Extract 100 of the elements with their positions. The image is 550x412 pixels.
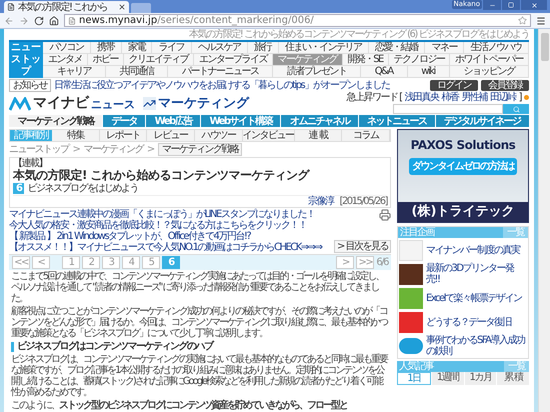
nav-item[interactable]: パートナーニュース	[168, 66, 273, 77]
login-button[interactable]: ログイン	[430, 80, 478, 91]
promo-link[interactable]: 【 新製品 】 2in1 Windowsタブレットが、Office付きで4万円台!?	[9, 231, 332, 242]
nav-item[interactable]: Q&A	[361, 66, 408, 77]
author-name[interactable]: 宗像淳	[308, 196, 334, 207]
nav-item[interactable]: ヘルスケア	[192, 42, 248, 53]
trending-word[interactable]: 男性補	[462, 92, 488, 103]
ranking-tab[interactable]: 累 積	[497, 372, 529, 385]
breadcrumb-link[interactable]: マーケティング	[83, 144, 143, 155]
home-icon[interactable]	[49, 16, 59, 26]
back-icon[interactable]	[4, 16, 14, 26]
close-icon[interactable]	[118, 3, 126, 11]
nav-item[interactable]: エンタメ	[43, 54, 88, 65]
nav-item[interactable]: 読者プレゼント	[273, 66, 361, 77]
register-button[interactable]: 会員登録	[481, 80, 529, 91]
category-tab[interactable]: オムニチャネル	[281, 115, 358, 127]
ad-banner[interactable]: PAXOS Solutions ダウンタイムゼロの方法は (株)トライテック	[397, 129, 529, 223]
nav-item[interactable]: 住まい・インテリア	[278, 42, 369, 53]
search-field[interactable]	[393, 104, 503, 114]
section-title: 注目企画	[399, 227, 436, 238]
page-count: 6/6	[376, 257, 388, 268]
article-type-tab[interactable]: コラム	[342, 130, 390, 141]
nav-item[interactable]: 共同通信	[106, 66, 168, 77]
nav-item[interactable]: ホワイトペーパー	[450, 54, 530, 65]
trending-word[interactable]: 田辺峠	[490, 92, 516, 103]
reload-icon[interactable]	[34, 16, 44, 26]
ranking-tab[interactable]: 1週間	[432, 372, 464, 385]
print-icon[interactable]	[379, 209, 391, 221]
featured-link[interactable]: 最新の3Dプリンター発売!!	[426, 263, 527, 285]
category-tab[interactable]: Web広告	[146, 115, 200, 127]
section-heading: ビジネスブログはコンテンツマーケティングのハブ	[17, 341, 212, 352]
promo-link[interactable]: マイナビニュース連載中の漫画「くまにっぽう」がLINEスタンプになりました！	[9, 209, 332, 220]
browser-tab[interactable]: 本気の方限定! これから	[4, 1, 129, 13]
close-icon	[530, 2, 538, 8]
trending-word[interactable]: 浅田真央	[404, 92, 439, 103]
page-icon	[7, 3, 15, 11]
promo-link[interactable]: 【オススメ！！】マイナビニュースで今人気NO.1の動画はコチラからCHECK⇒⇒⇒	[9, 242, 332, 253]
nav-item[interactable]: wiki	[408, 66, 450, 77]
category-tab[interactable]: データ	[103, 115, 146, 127]
nav-item[interactable]: ショッピング	[450, 66, 530, 77]
category-tab[interactable]: マーケティング戦略	[9, 115, 102, 127]
ad-headline: PAXOS Solutions	[410, 138, 516, 152]
series-label: 【連載】	[13, 158, 47, 169]
featured-link[interactable]: 事例でわかるSFA導入成功の鉄則	[426, 335, 527, 357]
nav-item[interactable]: 家電	[122, 42, 152, 53]
featured-link[interactable]: どうする？データ復旧	[426, 316, 511, 328]
recovery-banner	[399, 312, 423, 332]
breadcrumb-link[interactable]: マーケティング戦略	[158, 143, 242, 156]
article-type-tab[interactable]: 特集	[52, 130, 100, 141]
nav-item[interactable]: 開発・SE	[342, 54, 389, 65]
article-type-tab[interactable]: 連 載	[294, 130, 342, 141]
search-icon	[512, 106, 520, 112]
category-tab[interactable]: Webサイト構築	[201, 115, 280, 127]
notice-link[interactable]: 日常生活に役立つアイデアやノウハウをお届けする「暮らしのtips」がオープンしました	[54, 80, 390, 91]
nav-item[interactable]: ホビー	[88, 54, 124, 65]
menu-icon[interactable]	[536, 16, 546, 26]
trending-word[interactable]: 柿香	[442, 92, 459, 103]
article-type-tab[interactable]: レポート	[100, 130, 148, 141]
maximize-button[interactable]	[502, 0, 520, 10]
ranking-tab[interactable]: 1日	[397, 372, 431, 385]
nav-item[interactable]: 旅行	[248, 42, 278, 53]
category-tab[interactable]: ネットニュース	[358, 115, 435, 127]
address-field[interactable]: news.mynavi.jp/series/content_markering/006/	[64, 14, 531, 27]
promo-link[interactable]: 今大人気の格安・激安商品を徹底比較！？気になる方はこちらをクリック！！	[9, 220, 332, 231]
printer-photo	[399, 264, 423, 284]
nav-item[interactable]: クリエイティブ	[124, 54, 194, 65]
logo-text: マイナビ	[33, 95, 89, 111]
scrollbar-thumb[interactable]	[540, 33, 548, 61]
toc-button[interactable]: > 目次を見る	[334, 240, 391, 253]
ranking-tab[interactable]: 1カ月	[464, 372, 496, 385]
nav-item[interactable]: ライフ	[152, 42, 192, 53]
nav-item[interactable]: マネー	[425, 42, 464, 53]
trending-end: ]	[518, 92, 521, 103]
nav-item[interactable]: パソコン	[43, 42, 91, 53]
article-type-tab[interactable]: インタビュー	[242, 130, 295, 141]
breadcrumb-link[interactable]: ニューストップ	[9, 144, 68, 155]
forward-icon[interactable]	[19, 16, 29, 26]
nav-item[interactable]: 生活ノウハウ	[464, 42, 529, 53]
publish-date: [2015/05/26]	[340, 196, 387, 207]
nav-item[interactable]: テクノロジー	[388, 54, 450, 65]
featured-link[interactable]: Excelで楽々帳票デザイン	[426, 292, 522, 304]
nav-item[interactable]: 携帯	[90, 42, 122, 53]
nav-item[interactable]: 恋愛・結婚	[368, 42, 425, 53]
ad-company: (株)トライテック	[398, 202, 528, 222]
minimize-button[interactable]	[483, 0, 501, 10]
category-tab[interactable]: デジタルサイネージ	[436, 115, 529, 127]
article-title: 本気の方限定! これから始めるコンテンツマーケティング	[13, 169, 311, 182]
featured-link[interactable]: マイナンバー制度の真実	[426, 244, 520, 256]
rss-icon[interactable]	[524, 95, 529, 100]
article-type-tab[interactable]: レビュー	[147, 130, 196, 141]
nav-item[interactable]: キャリア	[43, 66, 106, 77]
notice-label: お知らせ	[9, 79, 51, 92]
article-type-label: 記事種別	[10, 130, 52, 141]
logo-mark-icon	[9, 97, 31, 111]
search-button[interactable]	[503, 104, 529, 114]
excel-banner	[399, 288, 423, 308]
scrollbar[interactable]	[538, 29, 550, 412]
body-paragraph: ここまで5回の連載の中で、コンテンツマーケティング実施にあたっては目的・ゴールを明確に設定し、ペルソナ設計を通して "読者の情報ニーズ" に寄り添った情報発信が重要であることをお伝えしてきました。	[11, 271, 384, 304]
star-icon[interactable]	[518, 16, 527, 25]
article-type-tab[interactable]: ハウツー	[195, 130, 243, 141]
